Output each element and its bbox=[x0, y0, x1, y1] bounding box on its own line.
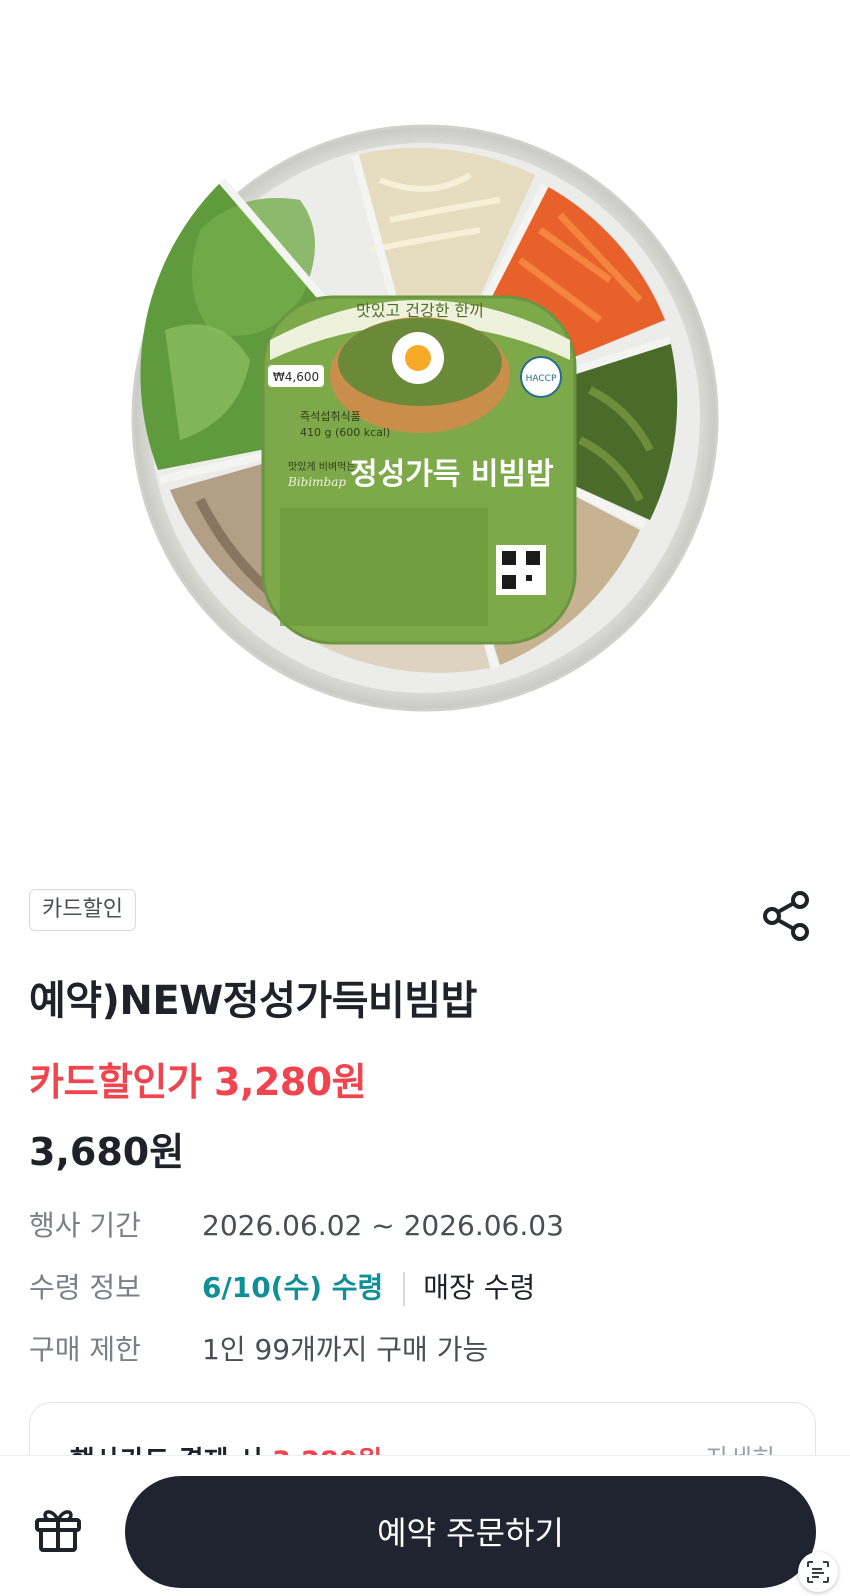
bottom-action-bar: 예약 주문하기 bbox=[0, 1455, 850, 1595]
pickup-store: 매장 수령 bbox=[423, 1271, 536, 1304]
pickup-values: 6/10(수) 수령 매장 수령 bbox=[202, 1268, 535, 1308]
product-price: 3,680원 bbox=[29, 1130, 185, 1174]
package-price-tag: ₩4,600 bbox=[273, 370, 319, 384]
package-type: 즉석섭취식품 bbox=[300, 410, 361, 423]
info-value: 1인 99개까지 구매 가능 bbox=[202, 1333, 489, 1366]
share-icon[interactable] bbox=[760, 890, 812, 942]
reserve-order-button[interactable]: 예약 주문하기 bbox=[125, 1476, 816, 1588]
product-image[interactable]: 맛있고 건강한 한끼 ₩4,600 HACCP 즉석섭취식품 410 g (60… bbox=[0, 0, 850, 860]
gift-icon[interactable] bbox=[32, 1503, 84, 1555]
info-label: 행사 기간 bbox=[29, 1209, 141, 1242]
card-discount-badge: 카드할인 bbox=[29, 889, 136, 931]
info-label: 구매 제한 bbox=[29, 1333, 141, 1366]
package-brand-small: 맛있게 비벼먹는 bbox=[288, 461, 356, 473]
package-brand-large: 정성가득 비빔밥 bbox=[350, 457, 554, 492]
package-haccp: HACCP bbox=[526, 374, 557, 384]
scan-icon[interactable] bbox=[798, 1552, 838, 1592]
scan-glyph bbox=[807, 1561, 829, 1583]
package-weight: 410 g (600 kcal) bbox=[300, 426, 390, 439]
package-brand-script: Bibimbap bbox=[287, 475, 346, 489]
divider bbox=[403, 1272, 406, 1306]
pickup-date: 6/10(수) 수령 bbox=[202, 1271, 384, 1304]
card-discount-price: 카드할인가 3,280원 bbox=[29, 1060, 367, 1104]
info-label: 수령 정보 bbox=[29, 1271, 141, 1304]
info-value: 2026.06.02 ~ 2026.06.03 bbox=[202, 1209, 564, 1242]
product-title: 예약)NEW정성가득비빔밥 bbox=[29, 978, 477, 1024]
bibimbap-bowl-image: 맛있고 건강한 한끼 ₩4,600 HACCP 즉석섭취식품 410 g (60… bbox=[131, 124, 719, 712]
